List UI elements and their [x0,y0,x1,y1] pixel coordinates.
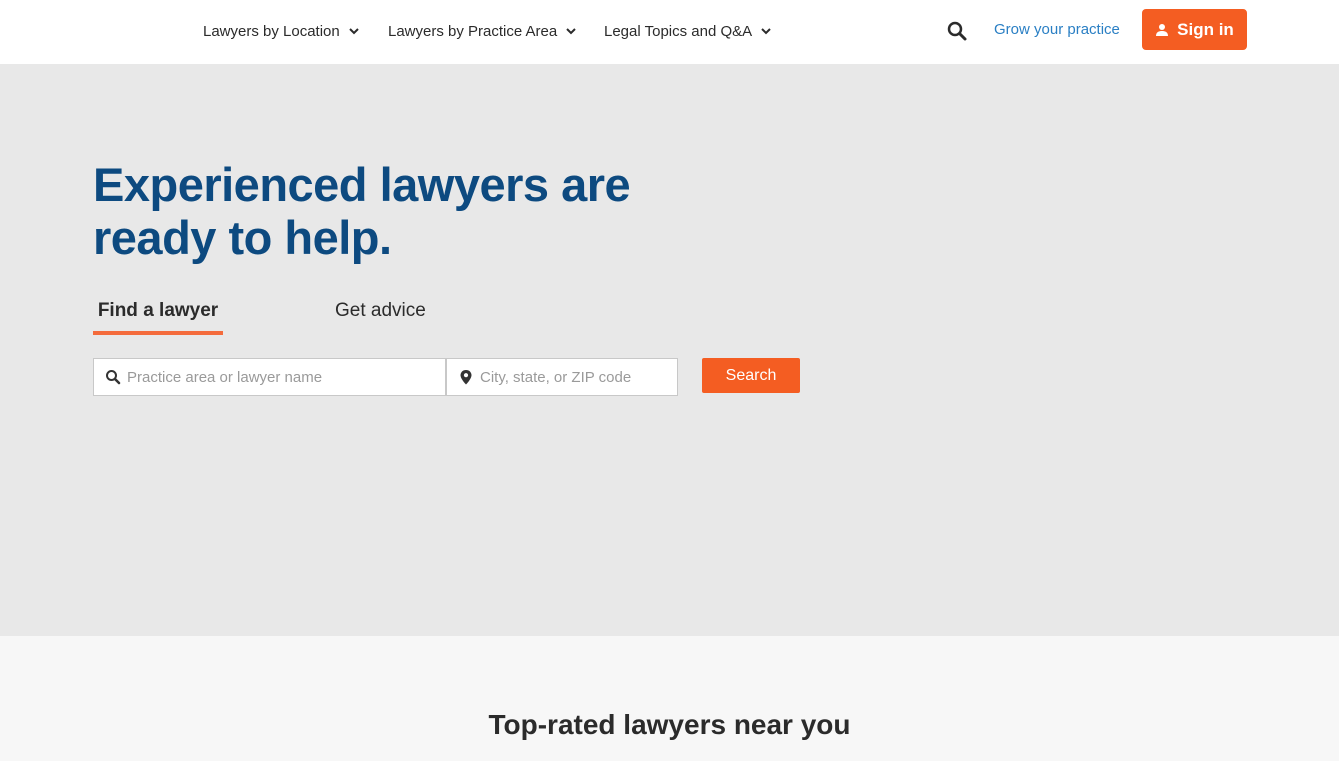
nav-label: Legal Topics and Q&A [604,22,753,40]
section-title: Top-rated lawyers near you [488,709,851,740]
nav-lawyers-by-location[interactable]: Lawyers by Location [203,21,360,41]
location-input[interactable] [480,359,677,395]
practice-area-field[interactable] [93,358,446,396]
location-field[interactable] [446,358,678,396]
search-button[interactable]: Search [702,358,800,393]
nav-label: Lawyers by Location [203,22,340,40]
nav-legal-topics[interactable]: Legal Topics and Q&A [604,21,772,41]
grow-your-practice-link[interactable]: Grow your practice [994,20,1120,40]
search-icon [106,370,121,385]
tab-find-a-lawyer[interactable]: Find a lawyer [93,300,223,335]
sign-in-button[interactable]: Sign in [1142,9,1247,50]
chevron-down-icon [349,28,359,35]
sign-in-label: Sign in [1177,19,1234,39]
hero-title: Experienced lawyers are ready to help. [93,158,631,264]
top-rated-section: Top-rated lawyers near you [0,636,1339,761]
site-header: Lawyers by Location Lawyers by Practice … [0,0,1339,64]
hero-section: Experienced lawyers are ready to help. F… [0,64,1339,636]
map-pin-icon [460,370,472,385]
nav-lawyers-by-practice-area[interactable]: Lawyers by Practice Area [388,21,577,41]
nav-label: Lawyers by Practice Area [388,22,558,40]
search-icon[interactable] [946,20,968,42]
chevron-down-icon [566,28,576,35]
practice-area-input[interactable] [127,359,445,395]
user-icon [1156,23,1169,36]
tab-get-advice[interactable]: Get advice [335,300,426,322]
chevron-down-icon [761,28,771,35]
